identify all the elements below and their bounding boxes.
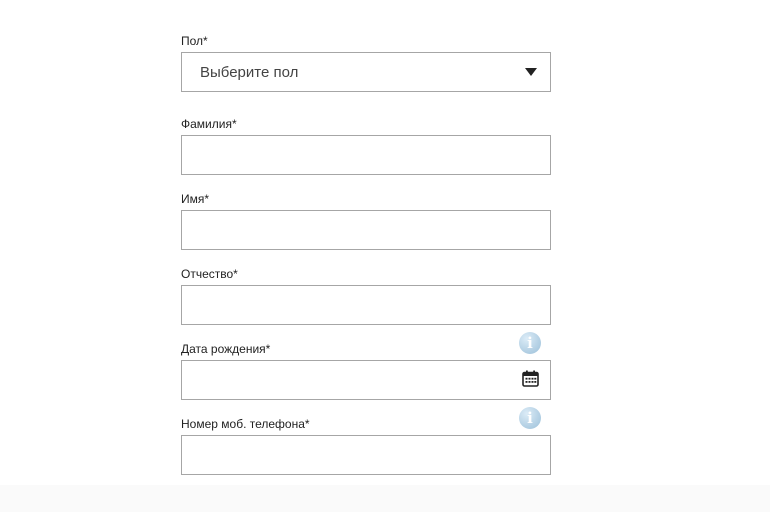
last-name-label: Фамилия* <box>181 117 237 131</box>
info-icon[interactable]: i <box>519 332 541 354</box>
calendar-icon[interactable] <box>522 370 539 387</box>
birth-date-label: Дата рождения* <box>181 342 271 356</box>
chevron-down-icon <box>525 68 537 76</box>
phone-input[interactable] <box>181 435 551 475</box>
birth-date-input[interactable] <box>181 360 551 400</box>
gender-label: Пол* <box>181 34 208 48</box>
info-icon[interactable]: i <box>519 407 541 429</box>
first-name-input[interactable] <box>181 210 551 250</box>
patronymic-input[interactable] <box>181 285 551 325</box>
patronymic-label: Отчество* <box>181 267 238 281</box>
first-name-label: Имя* <box>181 192 210 206</box>
gender-select-value: Выберите пол <box>200 64 299 81</box>
phone-label: Номер моб. телефона* <box>181 417 310 431</box>
page-bottom-area <box>0 485 770 512</box>
gender-select[interactable]: Выберите пол <box>181 52 551 92</box>
last-name-input[interactable] <box>181 135 551 175</box>
